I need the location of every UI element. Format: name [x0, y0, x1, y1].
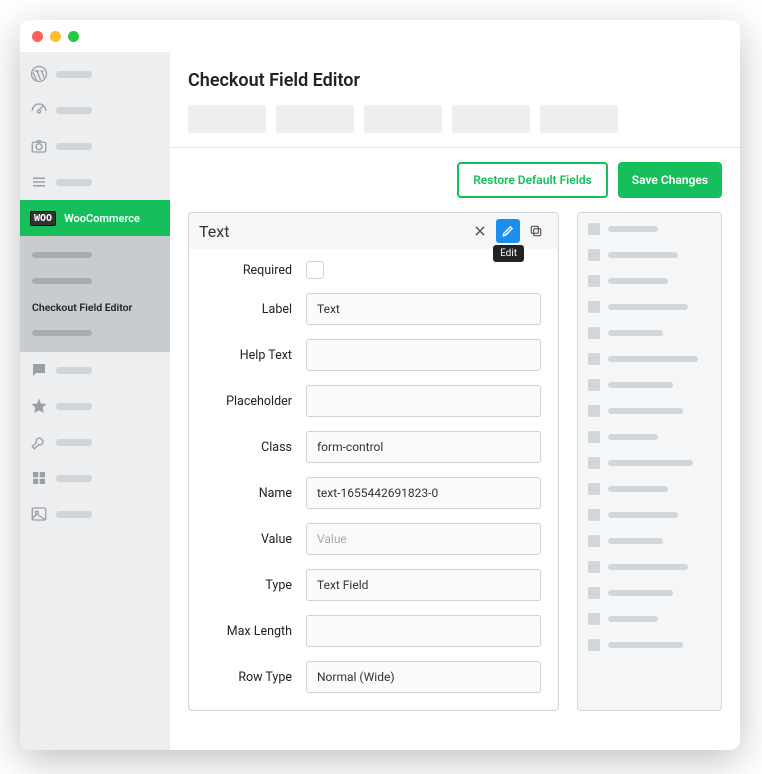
copy-icon [529, 224, 543, 238]
list-item[interactable] [588, 327, 711, 339]
field-list-panel [577, 212, 722, 711]
sidebar-item-image[interactable] [20, 496, 170, 532]
window-maximize-icon[interactable] [68, 31, 79, 42]
required-checkbox[interactable] [306, 261, 324, 279]
editor-title: Text [199, 222, 464, 241]
maxlength-input[interactable] [306, 615, 541, 647]
main-content: Checkout Field Editor Restore Default Fi… [170, 52, 740, 750]
list-item[interactable] [588, 431, 711, 443]
window-close-icon[interactable] [32, 31, 43, 42]
sidebar-subitem[interactable] [20, 242, 170, 268]
helptext-label: Help Text [206, 348, 306, 363]
list-item[interactable] [588, 275, 711, 287]
sidebar-item-tools[interactable] [20, 424, 170, 460]
list-item[interactable] [588, 587, 711, 599]
star-icon [30, 397, 48, 415]
sidebar-item-label: WooCommerce [64, 212, 140, 225]
value-label: Value [206, 532, 306, 547]
class-input[interactable] [306, 431, 541, 463]
woo-badge: WOO [30, 211, 56, 226]
close-icon [473, 224, 487, 238]
list-item[interactable] [588, 509, 711, 521]
camera-icon [30, 137, 48, 155]
close-button[interactable] [468, 219, 492, 243]
list-item[interactable] [588, 223, 711, 235]
list-item[interactable] [588, 535, 711, 547]
name-input[interactable] [306, 477, 541, 509]
field-editor-panel: Text Edit Requir [188, 212, 559, 711]
wrench-icon [30, 433, 48, 451]
sidebar-item-wordpress[interactable] [20, 56, 170, 92]
list-item[interactable] [588, 405, 711, 417]
sidebar-subitem-checkout-editor[interactable]: Checkout Field Editor [20, 294, 170, 320]
app-window: WOO WooCommerce Checkout Field Editor [20, 20, 740, 750]
sidebar-subitem-label: Checkout Field Editor [32, 301, 132, 314]
sidebar-item-pages[interactable] [20, 164, 170, 200]
value-input[interactable] [306, 523, 541, 555]
sidebar-item-comments[interactable] [20, 352, 170, 388]
list-item[interactable] [588, 379, 711, 391]
sidebar-item-plugins[interactable] [20, 460, 170, 496]
type-label: Type [206, 578, 306, 593]
rowtype-input[interactable] [306, 661, 541, 693]
restore-defaults-button[interactable]: Restore Default Fields [457, 162, 608, 198]
titlebar [20, 20, 740, 52]
sidebar-item-woocommerce[interactable]: WOO WooCommerce [20, 200, 170, 236]
sidebar-subitem[interactable] [20, 320, 170, 346]
edit-tooltip: Edit [493, 245, 524, 262]
name-label: Name [206, 486, 306, 501]
tab[interactable] [540, 105, 618, 133]
list-item[interactable] [588, 613, 711, 625]
class-label: Class [206, 440, 306, 455]
page-title: Checkout Field Editor [188, 62, 722, 105]
image-icon [30, 505, 48, 523]
pencil-icon [501, 224, 515, 238]
list-item[interactable] [588, 561, 711, 573]
list-item[interactable] [588, 457, 711, 469]
menu-icon [30, 173, 48, 191]
gauge-icon [30, 101, 48, 119]
tab[interactable] [276, 105, 354, 133]
list-item[interactable] [588, 483, 711, 495]
label-label: Label [206, 302, 306, 317]
placeholder-label: Placeholder [206, 394, 306, 409]
edit-button[interactable] [496, 219, 520, 243]
type-input[interactable] [306, 569, 541, 601]
save-changes-button[interactable]: Save Changes [618, 162, 722, 198]
tab-row [188, 105, 722, 133]
window-minimize-icon[interactable] [50, 31, 61, 42]
rowtype-label: Row Type [206, 670, 306, 685]
tab[interactable] [452, 105, 530, 133]
grid-icon [30, 469, 48, 487]
sidebar-subitem[interactable] [20, 268, 170, 294]
admin-sidebar: WOO WooCommerce Checkout Field Editor [20, 52, 170, 750]
required-label: Required [206, 263, 306, 278]
tab[interactable] [364, 105, 442, 133]
maxlength-label: Max Length [206, 624, 306, 639]
label-input[interactable] [306, 293, 541, 325]
list-item[interactable] [588, 353, 711, 365]
sidebar-item-favorites[interactable] [20, 388, 170, 424]
helptext-input[interactable] [306, 339, 541, 371]
list-item[interactable] [588, 249, 711, 261]
sidebar-submenu: Checkout Field Editor [20, 236, 170, 352]
list-item[interactable] [588, 639, 711, 651]
tab[interactable] [188, 105, 266, 133]
sidebar-item-media[interactable] [20, 128, 170, 164]
list-item[interactable] [588, 301, 711, 313]
sidebar-item-dashboard[interactable] [20, 92, 170, 128]
wordpress-icon [30, 65, 48, 83]
copy-button[interactable] [524, 219, 548, 243]
placeholder-input[interactable] [306, 385, 541, 417]
comment-icon [30, 361, 48, 379]
